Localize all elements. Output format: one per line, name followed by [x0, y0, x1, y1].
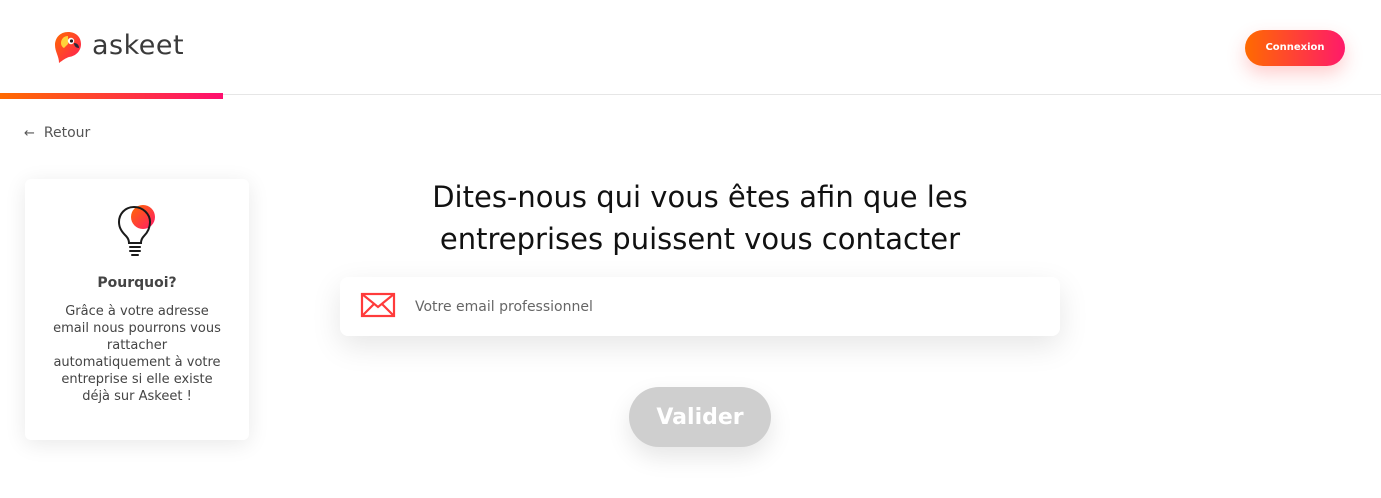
top-header: askeet Connexion: [0, 0, 1381, 95]
brand-name: askeet: [92, 29, 185, 61]
page-title-line-2: entreprises puissent vous contacter: [439, 222, 961, 256]
why-card: Pourquoi? Grâce à votre adresse email no…: [25, 179, 249, 440]
submit-button[interactable]: Valider: [629, 387, 771, 447]
email-field-container: [340, 277, 1060, 336]
page-title-line-1: Dites-nous qui vous êtes afin que les: [432, 180, 968, 214]
parrot-icon: [55, 32, 81, 63]
back-label: Retour: [43, 125, 91, 141]
lightbulb-icon: [117, 205, 155, 256]
email-input[interactable]: [415, 277, 1035, 336]
progress-bar: [0, 93, 223, 99]
back-link[interactable]: ← Retour: [24, 125, 90, 141]
mail-icon: [360, 292, 396, 318]
arrow-left-icon: ←: [24, 125, 35, 141]
brand-logo[interactable]: askeet: [54, 30, 184, 64]
why-title: Pourquoi?: [97, 275, 177, 291]
login-button[interactable]: Connexion: [1245, 30, 1345, 66]
why-text: Grâce à votre adresse email nous pourron…: [53, 304, 221, 404]
page-title: Dites-nous qui vous êtes afin que les en…: [340, 176, 1060, 260]
